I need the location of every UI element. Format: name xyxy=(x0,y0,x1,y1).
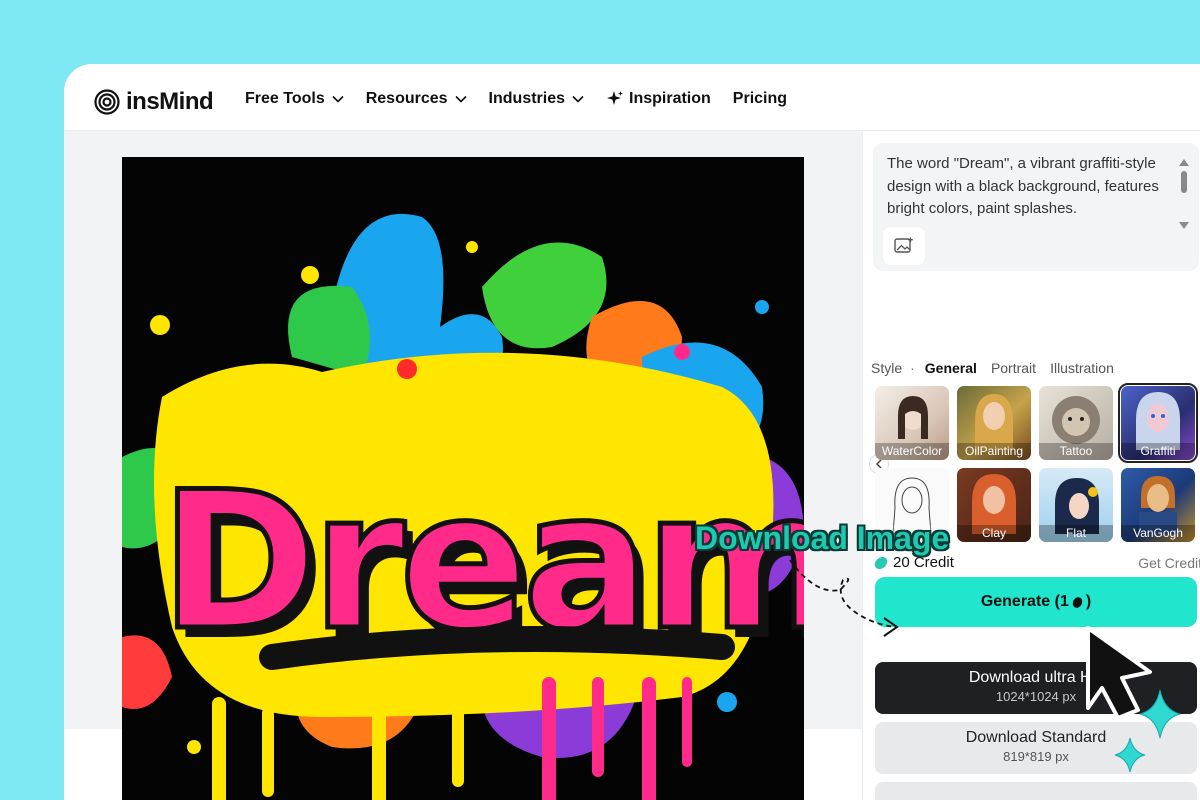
chevron-down-icon xyxy=(454,95,467,103)
button-title: Download Standard xyxy=(965,729,1107,746)
style-card-label: OilPainting xyxy=(957,443,1031,460)
brand-name: insMind xyxy=(126,88,214,115)
style-card-label: Tattoo xyxy=(1039,443,1113,460)
scroll-up-arrow-icon[interactable] xyxy=(1179,159,1189,166)
portrait-illustration xyxy=(898,396,928,439)
top-navbar: insMind Free Tools Resources Industries … xyxy=(64,64,1200,131)
nav-resources[interactable]: Resources xyxy=(366,90,467,108)
edit-more-button[interactable]: Edit more xyxy=(875,782,1197,800)
portrait-illustration xyxy=(975,394,1013,450)
style-card-tattoo[interactable]: Tattoo xyxy=(1039,386,1113,460)
style-card-label: VanGogh xyxy=(1121,525,1195,542)
tab-portrait[interactable]: Portrait xyxy=(991,360,1036,376)
style-card-vangogh[interactable]: VanGogh xyxy=(1121,468,1195,542)
main-nav: Free Tools Resources Industries Inspirat… xyxy=(245,90,809,108)
upload-image-button[interactable] xyxy=(883,227,925,265)
nav-label: Inspiration xyxy=(629,90,711,107)
get-credits-link[interactable]: Get Credits xyxy=(1138,555,1200,571)
nav-inspiration[interactable]: Inspiration xyxy=(606,90,711,108)
sparkle-icon xyxy=(607,91,624,105)
portrait-illustration xyxy=(1136,392,1180,450)
generated-image[interactable]: Dream Dream xyxy=(122,157,804,800)
nav-free-tools[interactable]: Free Tools xyxy=(245,90,344,108)
style-card-label: Graffiti xyxy=(1121,443,1195,460)
settings-panel: The word "Dream", a vibrant graffiti-sty… xyxy=(862,131,1200,800)
image-upload-icon xyxy=(894,237,913,253)
style-card-label: Clay xyxy=(957,525,1031,542)
nav-pricing[interactable]: Pricing xyxy=(733,90,787,108)
button-resolution: 1024*1024 px xyxy=(995,689,1077,704)
scroll-thumb[interactable] xyxy=(1181,171,1187,193)
scroll-down-arrow-icon[interactable] xyxy=(1179,222,1189,229)
prompt-textarea[interactable]: The word "Dream", a vibrant graffiti-sty… xyxy=(887,153,1167,223)
generate-button[interactable]: Generate (1 ) xyxy=(875,577,1197,627)
nav-label: Pricing xyxy=(732,90,788,107)
style-tabs: Style · General Portrait Illustration xyxy=(871,360,1128,376)
nav-label: Resources xyxy=(365,90,448,107)
tutorial-callout: Download Image xyxy=(695,520,950,556)
button-resolution: 819*819 px xyxy=(1003,749,1069,764)
prompt-scrollbar[interactable] xyxy=(1179,159,1189,229)
style-card-label: WaterColor xyxy=(875,443,949,460)
style-card-label: Flat xyxy=(1039,525,1113,542)
brand-logo[interactable]: insMind xyxy=(94,88,214,116)
app-window: insMind Free Tools Resources Industries … xyxy=(64,64,1200,800)
nav-industries[interactable]: Industries xyxy=(489,90,584,108)
chevron-down-icon xyxy=(332,95,344,103)
prompt-box[interactable]: The word "Dream", a vibrant graffiti-sty… xyxy=(873,143,1199,271)
green-splash xyxy=(288,285,370,377)
separator-dot: · xyxy=(910,360,915,376)
generate-suffix: ) xyxy=(1085,593,1092,610)
style-card-oilpainting[interactable]: OilPainting xyxy=(957,386,1031,460)
tab-general[interactable]: General xyxy=(925,360,977,376)
lion-illustration xyxy=(1052,396,1100,444)
chevron-down-icon xyxy=(572,95,584,103)
credit-icon xyxy=(1070,594,1085,610)
tab-illustration[interactable]: Illustration xyxy=(1050,360,1114,376)
button-title: Download ultra HD xyxy=(968,669,1104,686)
green-splash-right xyxy=(482,242,607,349)
credit-icon xyxy=(873,556,889,569)
style-card-graffiti[interactable]: Graffiti xyxy=(1118,383,1198,463)
download-standard-button[interactable]: Download Standard 819*819 px xyxy=(875,722,1197,774)
generate-label: Generate (1 xyxy=(980,593,1069,610)
style-card-clay[interactable]: Clay xyxy=(957,468,1031,542)
style-card-watercolor[interactable]: WaterColor xyxy=(875,386,949,460)
spiral-logo-icon xyxy=(94,89,120,115)
canvas-area: Dream Dream xyxy=(64,131,862,800)
nav-label: Free Tools xyxy=(245,90,325,107)
style-heading: Style xyxy=(871,360,903,376)
style-card-flat[interactable]: Flat xyxy=(1039,468,1113,542)
download-ultra-hd-button[interactable]: Download ultra HD 1024*1024 px xyxy=(875,662,1197,714)
nav-label: Industries xyxy=(488,90,566,107)
